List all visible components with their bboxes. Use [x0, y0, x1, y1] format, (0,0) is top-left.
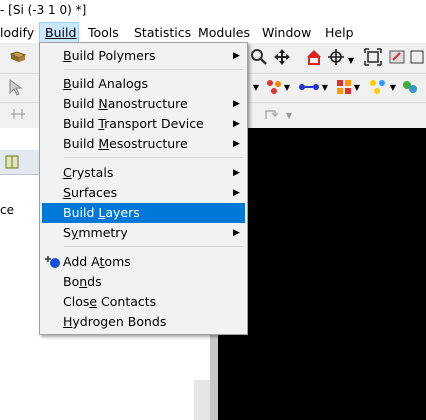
menu-item-build-analogs[interactable]: Build Analogs	[42, 74, 245, 94]
chevron-down-icon[interactable]: ▼	[250, 78, 262, 98]
title-bar: - [Si (-3 1 0) *]	[0, 0, 426, 22]
menu-separator	[64, 157, 243, 158]
chevron-right-icon: ▶	[233, 99, 240, 109]
center-icon[interactable]	[326, 48, 346, 68]
zoom-icon[interactable]	[249, 48, 269, 68]
panel-header	[0, 150, 40, 175]
pan-icon[interactable]	[272, 48, 292, 68]
menu-item-build-nanostructure[interactable]: Build Nanostructure ▶	[42, 94, 245, 114]
menu-item-bonds[interactable]: Bonds	[42, 272, 245, 292]
fit-icon[interactable]	[363, 48, 383, 68]
chevron-right-icon: ▶	[233, 168, 240, 178]
menu-modules[interactable]: Modules	[198, 22, 250, 43]
add-atom-icon	[45, 256, 60, 268]
bond-style-icon[interactable]	[298, 78, 319, 98]
menu-build[interactable]: Build	[39, 22, 79, 43]
menu-separator	[64, 69, 243, 70]
menu-bar: lodify Build Tools Statistics Modules Wi…	[0, 22, 426, 43]
home-icon[interactable]	[304, 48, 324, 68]
chevron-right-icon: ▶	[233, 119, 240, 129]
menu-item-build-layers[interactable]: Build Layers	[42, 203, 245, 223]
chevron-right-icon: ▶	[233, 188, 240, 198]
window-title: - [Si (-3 1 0) *]	[0, 3, 87, 17]
color-icon[interactable]	[368, 78, 388, 98]
lattice-icon[interactable]	[334, 78, 354, 98]
menu-item-build-mesostructure[interactable]: Build Mesostructure ▶	[42, 134, 245, 154]
chevron-down-icon[interactable]: ▼	[320, 78, 330, 98]
open-icon[interactable]	[8, 49, 28, 69]
menu-window[interactable]: Window	[262, 22, 311, 43]
select-icon[interactable]	[6, 78, 26, 98]
menu-item-hydrogen-bonds[interactable]: Hydrogen Bonds	[42, 312, 245, 332]
chevron-right-icon: ▶	[233, 139, 240, 149]
measure-icon[interactable]	[8, 105, 28, 125]
menu-item-build-transport-device[interactable]: Build Transport Device ▶	[42, 114, 245, 134]
display-icon[interactable]	[400, 78, 420, 98]
chevron-down-icon[interactable]: ▼	[346, 51, 356, 71]
tool-icon[interactable]	[407, 48, 426, 68]
panel-text: ce	[0, 203, 14, 217]
menu-tools[interactable]: Tools	[88, 22, 119, 43]
3d-viewport[interactable]	[218, 128, 426, 420]
chevron-down-icon[interactable]: ▼	[284, 106, 294, 126]
menu-statistics[interactable]: Statistics	[134, 22, 191, 43]
menu-item-crystals[interactable]: Crystals ▶	[42, 163, 245, 183]
menu-modify[interactable]: lodify	[0, 22, 34, 43]
atom-style-icon[interactable]	[264, 78, 284, 98]
settings-icon[interactable]	[387, 48, 407, 68]
menu-separator	[64, 246, 243, 247]
build-menu: Build Polymers ▶ Build Analogs Build Nan…	[39, 42, 248, 335]
menu-item-build-polymers[interactable]: Build Polymers ▶	[42, 46, 245, 66]
book-icon[interactable]	[4, 154, 20, 173]
chevron-right-icon: ▶	[233, 51, 240, 61]
menu-item-surfaces[interactable]: Surfaces ▶	[42, 183, 245, 203]
menu-item-symmetry[interactable]: Symmetry ▶	[42, 223, 245, 243]
menu-help[interactable]: Help	[325, 22, 354, 43]
chevron-right-icon: ▶	[233, 228, 240, 238]
chevron-down-icon[interactable]: ▼	[352, 78, 362, 98]
script-icon[interactable]	[262, 105, 282, 125]
menu-item-close-contacts[interactable]: Close Contacts	[42, 292, 245, 312]
chevron-down-icon[interactable]: ▼	[388, 78, 398, 98]
menu-item-add-atoms[interactable]: Add Atoms	[42, 252, 245, 272]
panel-scrollbar[interactable]	[194, 380, 210, 420]
chevron-down-icon[interactable]: ▼	[282, 78, 292, 98]
